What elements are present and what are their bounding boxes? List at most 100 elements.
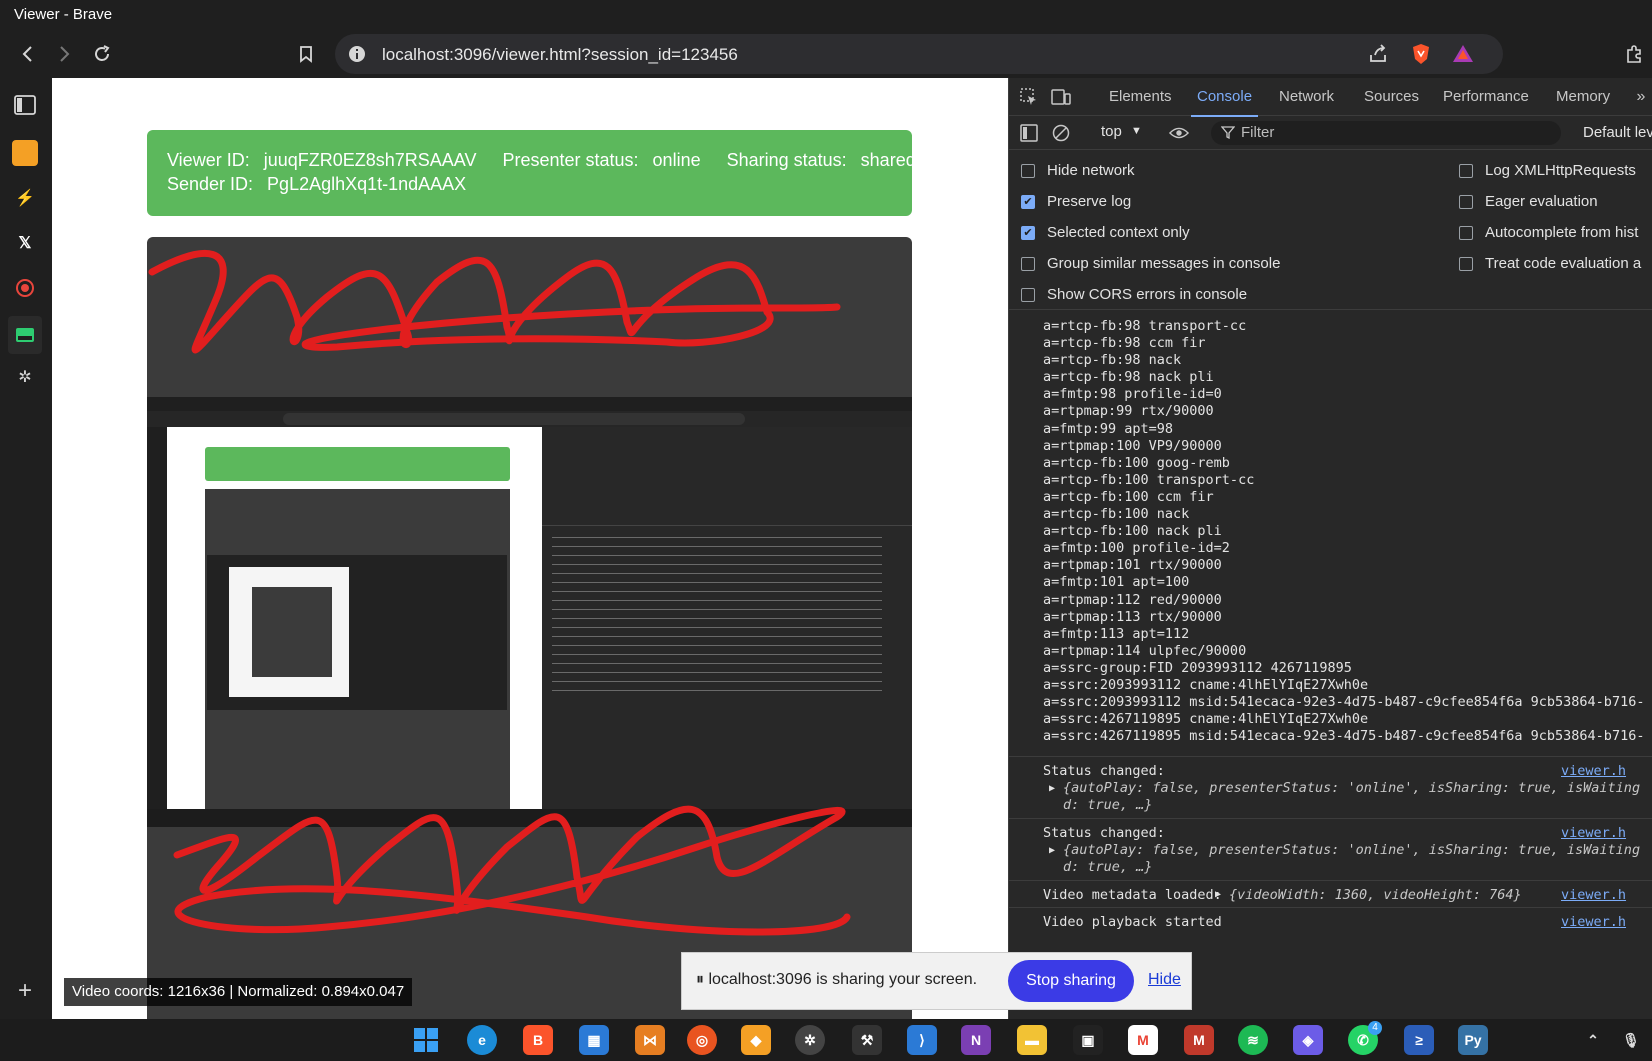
address-bar[interactable]: localhost:3096/viewer.html?session_id=12…	[335, 34, 1503, 74]
tab-performance[interactable]: Performance	[1443, 88, 1529, 105]
vscode-icon[interactable]: ⟩	[907, 1025, 937, 1055]
log-source-link[interactable]: viewer.h	[1561, 887, 1626, 903]
app-orange-icon[interactable]: ⋈	[635, 1025, 665, 1055]
file-explorer-icon[interactable]: ▬	[1017, 1025, 1047, 1055]
log-line: a=rtcp-fb:100 nack	[1043, 506, 1190, 523]
shared-screen-video[interactable]	[147, 237, 912, 1019]
gmail-icon[interactable]: M	[1128, 1025, 1158, 1055]
checkbox[interactable]	[1459, 256, 1473, 271]
app-cube-icon[interactable]: ▣	[1073, 1025, 1103, 1055]
inspect-element-icon[interactable]	[1019, 87, 1039, 107]
setting-selected-context-only[interactable]: ✔ Selected context only	[1021, 224, 1190, 241]
extensions-icon[interactable]	[1620, 40, 1648, 68]
edge-icon[interactable]: e	[467, 1025, 497, 1055]
log-line: a=ssrc:2093993112 msid:541ecaca-92e3-4d7…	[1043, 694, 1645, 711]
setting-hide-network[interactable]: Hide network	[1021, 162, 1135, 179]
log-line: a=rtpmap:101 rtx/90000	[1043, 557, 1222, 574]
setting-autocomplete-history[interactable]: Autocomplete from hist	[1459, 224, 1638, 241]
onenote-icon[interactable]: N	[961, 1025, 991, 1055]
screen-share-notification: ⏸ localhost:3096 is sharing your screen.…	[681, 952, 1192, 1010]
context-dropdown-icon[interactable]: ▼	[1131, 125, 1142, 137]
log-line: a=ssrc:4267119895 msid:541ecaca-92e3-4d7…	[1043, 728, 1645, 745]
sdp-log-block: a=rtcp-fb:98 transport-cc a=rtcp-fb:98 c…	[1043, 318, 1644, 745]
sidebar-add-icon[interactable]: +	[12, 977, 38, 1004]
presenter-status-label: Presenter status:	[502, 150, 639, 170]
brave-icon[interactable]: B	[523, 1025, 553, 1055]
log-source-link[interactable]: viewer.h	[1561, 914, 1626, 930]
store-icon[interactable]: ▦	[579, 1025, 609, 1055]
app-m-icon[interactable]: M	[1184, 1025, 1214, 1055]
tab-memory[interactable]: Memory	[1556, 88, 1610, 105]
sidebar-bolt-app-icon[interactable]: ⚡	[12, 185, 38, 211]
share-message: ⏸ localhost:3096 is sharing your screen.	[696, 971, 978, 988]
setting-show-cors-errors[interactable]: Show CORS errors in console	[1021, 286, 1247, 303]
video-coords-readout: Video coords: 1216x36 | Normalized: 0.89…	[64, 978, 413, 1006]
sidebar-record-icon[interactable]	[12, 275, 38, 301]
terminal-icon[interactable]: ≥	[1404, 1025, 1434, 1055]
app-tool-icon[interactable]: ⚒	[852, 1025, 882, 1055]
setting-log-xhr[interactable]: Log XMLHttpRequests	[1459, 162, 1636, 179]
console-sidebar-icon[interactable]	[1019, 123, 1039, 143]
share-icon[interactable]	[1367, 43, 1389, 70]
start-menu-icon[interactable]	[411, 1025, 441, 1055]
site-info-icon[interactable]	[347, 44, 367, 64]
hide-button[interactable]: Hide	[1148, 971, 1181, 989]
sidebar-ai-icon[interactable]: ✲	[12, 364, 38, 390]
devtools-panel: Elements Console Network Sources Perform…	[1008, 78, 1652, 1019]
back-icon[interactable]	[14, 40, 42, 68]
sidebar-media-icon[interactable]	[8, 316, 42, 354]
setting-eager-evaluation[interactable]: Eager evaluation	[1459, 193, 1598, 210]
spotify-icon[interactable]: ≋	[1238, 1025, 1268, 1055]
console-toolbar: top ▼ Filter Default lev	[1009, 116, 1652, 150]
setting-group-similar[interactable]: Group similar messages in console	[1021, 255, 1280, 272]
sidebar-toggle-icon[interactable]	[12, 92, 38, 118]
checkbox[interactable]	[1459, 194, 1473, 209]
setting-preserve-log[interactable]: ✔ Preserve log	[1021, 193, 1131, 210]
checkbox[interactable]	[1459, 163, 1473, 178]
tab-network[interactable]: Network	[1279, 88, 1334, 105]
bookmark-icon[interactable]	[292, 40, 320, 68]
setting-treat-code-eval[interactable]: Treat code evaluation a	[1459, 255, 1641, 272]
python-icon[interactable]: Py	[1458, 1025, 1488, 1055]
log-video-playback: Video playback started viewer.h	[1009, 907, 1652, 934]
sidebar-x-icon[interactable]: 𝕏	[12, 230, 38, 256]
tab-console[interactable]: Console	[1190, 88, 1259, 117]
log-levels-dropdown[interactable]: Default lev	[1583, 124, 1652, 141]
tray-chevron-up-icon[interactable]: ⌃	[1578, 1025, 1608, 1055]
checkbox-checked[interactable]: ✔	[1021, 194, 1035, 209]
clear-console-icon[interactable]	[1051, 123, 1071, 143]
reload-icon[interactable]	[88, 40, 116, 68]
forward-icon[interactable]	[50, 40, 78, 68]
url-text[interactable]: localhost:3096/viewer.html?session_id=12…	[382, 45, 738, 65]
microphone-icon[interactable]: 🎙	[1616, 1025, 1646, 1055]
brave-shields-icon[interactable]	[1409, 42, 1433, 71]
app-box-icon[interactable]: ◆	[741, 1025, 771, 1055]
log-line: a=rtcp-fb:100 ccm fir	[1043, 488, 1214, 505]
tab-sources[interactable]: Sources	[1364, 88, 1419, 105]
ubuntu-icon[interactable]: ◎	[687, 1025, 717, 1055]
console-log[interactable]: a=rtcp-fb:98 transport-cc a=rtcp-fb:98 c…	[1009, 310, 1652, 1019]
expand-arrow-icon[interactable]: ▶	[1049, 845, 1055, 856]
checkbox[interactable]	[1021, 256, 1035, 271]
log-line: a=ssrc:4267119895 cname:4lhElYIqE27Xwh0e	[1043, 711, 1369, 728]
checkbox[interactable]	[1021, 287, 1035, 302]
checkbox-checked[interactable]: ✔	[1021, 225, 1035, 240]
expand-arrow-icon[interactable]: ▶	[1049, 783, 1055, 794]
expand-arrow-icon[interactable]: ▶	[1215, 889, 1221, 900]
app-diamond-icon[interactable]: ◈	[1293, 1025, 1323, 1055]
brave-rewards-icon[interactable]	[1451, 42, 1475, 71]
device-toolbar-icon[interactable]	[1051, 87, 1071, 107]
log-source-link[interactable]: viewer.h	[1561, 763, 1626, 779]
stop-sharing-button[interactable]: Stop sharing	[1008, 960, 1134, 1002]
chatgpt-icon[interactable]: ✲	[795, 1025, 825, 1055]
sidebar-box-app-icon[interactable]	[12, 140, 38, 166]
tab-elements[interactable]: Elements	[1109, 88, 1172, 105]
red-scribble-annotation	[148, 249, 851, 936]
console-filter-input[interactable]: Filter	[1211, 121, 1561, 145]
log-source-link[interactable]: viewer.h	[1561, 825, 1626, 841]
live-expression-eye-icon[interactable]	[1169, 123, 1189, 143]
checkbox[interactable]	[1459, 225, 1473, 240]
context-selector[interactable]: top	[1101, 123, 1122, 140]
checkbox[interactable]	[1021, 163, 1035, 178]
more-tabs-icon[interactable]: »	[1631, 87, 1651, 107]
